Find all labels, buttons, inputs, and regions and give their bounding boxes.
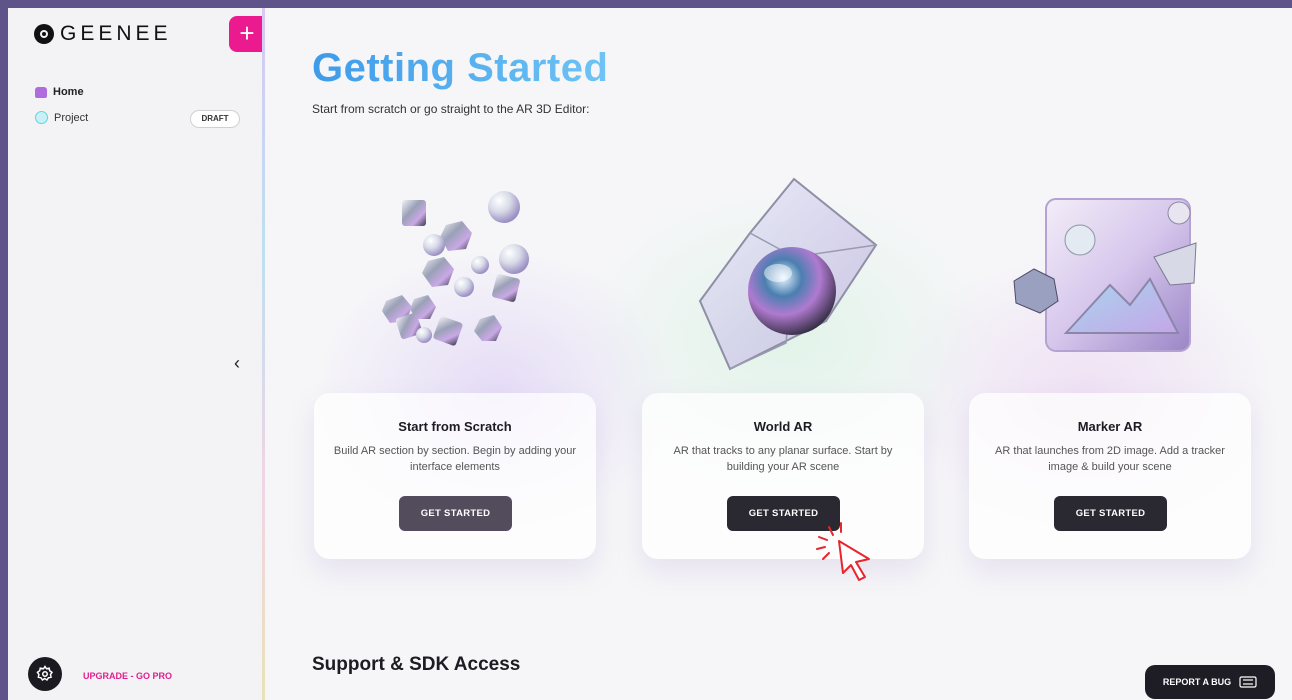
draft-badge: DRAFT	[190, 110, 240, 128]
glass-cube-illustration	[698, 177, 878, 371]
sidebar-item-label: Home	[53, 86, 84, 98]
start-from-scratch-card: Start from Scratch Build AR section by s…	[314, 393, 596, 559]
main-content: Getting Started Start from scratch or go…	[266, 8, 1292, 700]
marker-ar-get-started-button[interactable]: GET STARTED	[1054, 496, 1167, 531]
settings-button[interactable]	[28, 657, 62, 691]
report-bug-button[interactable]: REPORT A BUG	[1145, 665, 1275, 699]
card-description: AR that launches from 2D image. Add a tr…	[995, 445, 1225, 473]
sidebar-item-label: Project	[54, 111, 89, 124]
start-from-scratch-button[interactable]: GET STARTED	[399, 496, 512, 531]
scattered-shapes-illustration	[382, 191, 529, 346]
card-title: World AR	[753, 419, 813, 434]
logo-text: GEENEE	[60, 22, 172, 45]
page-title: Getting Started	[312, 46, 609, 90]
card-description: AR that tracks to any planar surface. St…	[673, 445, 893, 473]
sidebar-item-home[interactable]: Home	[35, 86, 84, 98]
logo-icon	[34, 24, 54, 44]
page-subtitle: Start from scratch or go straight to the…	[312, 102, 590, 116]
report-bug-label: REPORT A BUG	[1162, 677, 1232, 687]
geenee-logo[interactable]: GEENEE	[34, 22, 172, 46]
keyboard-icon	[1239, 676, 1257, 688]
card-title: Marker AR	[1077, 419, 1143, 434]
gear-icon	[36, 665, 54, 682]
image-frame-illustration	[1013, 198, 1197, 352]
card-description: Build AR section by section. Begin by ad…	[333, 445, 577, 473]
marker-ar-card: Marker AR AR that launches from 2D image…	[969, 393, 1251, 559]
collapse-sidebar-chevron-icon[interactable]: ‹	[234, 353, 240, 374]
app-window: GEENEE Home Project DRAFT ‹ UPGRADE - GO…	[8, 8, 1292, 700]
add-project-button[interactable]: +	[229, 16, 265, 52]
upgrade-link[interactable]: UPGRADE - GO PRO	[83, 671, 172, 681]
sidebar: GEENEE Home Project DRAFT ‹ UPGRADE - GO…	[8, 8, 262, 700]
sidebar-divider	[262, 8, 265, 700]
circle-icon	[35, 111, 48, 124]
sidebar-item-project[interactable]: Project	[35, 111, 88, 124]
world-ar-card: World AR AR that tracks to any planar su…	[642, 393, 924, 559]
click-cursor-icon	[816, 522, 870, 581]
support-heading: Support & SDK Access	[312, 653, 521, 675]
card-title: Start from Scratch	[398, 419, 512, 434]
home-icon	[35, 86, 47, 98]
